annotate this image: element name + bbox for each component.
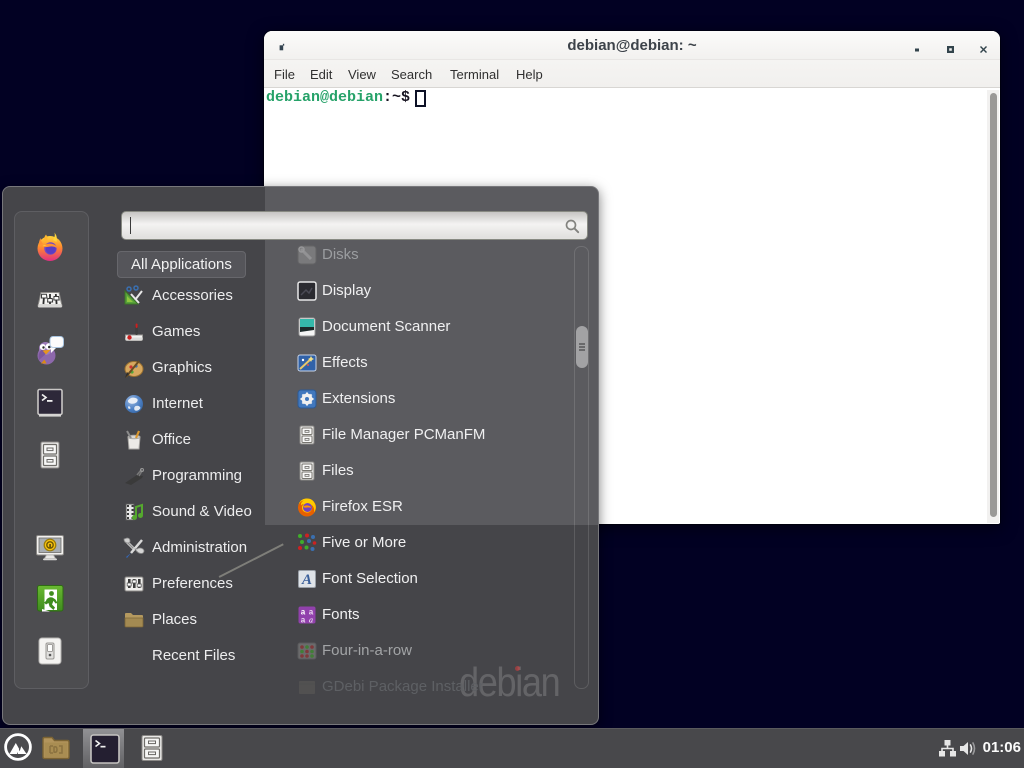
svg-text:a: a — [309, 616, 313, 625]
svg-text:a: a — [301, 616, 306, 625]
svg-text:A: A — [301, 572, 312, 588]
